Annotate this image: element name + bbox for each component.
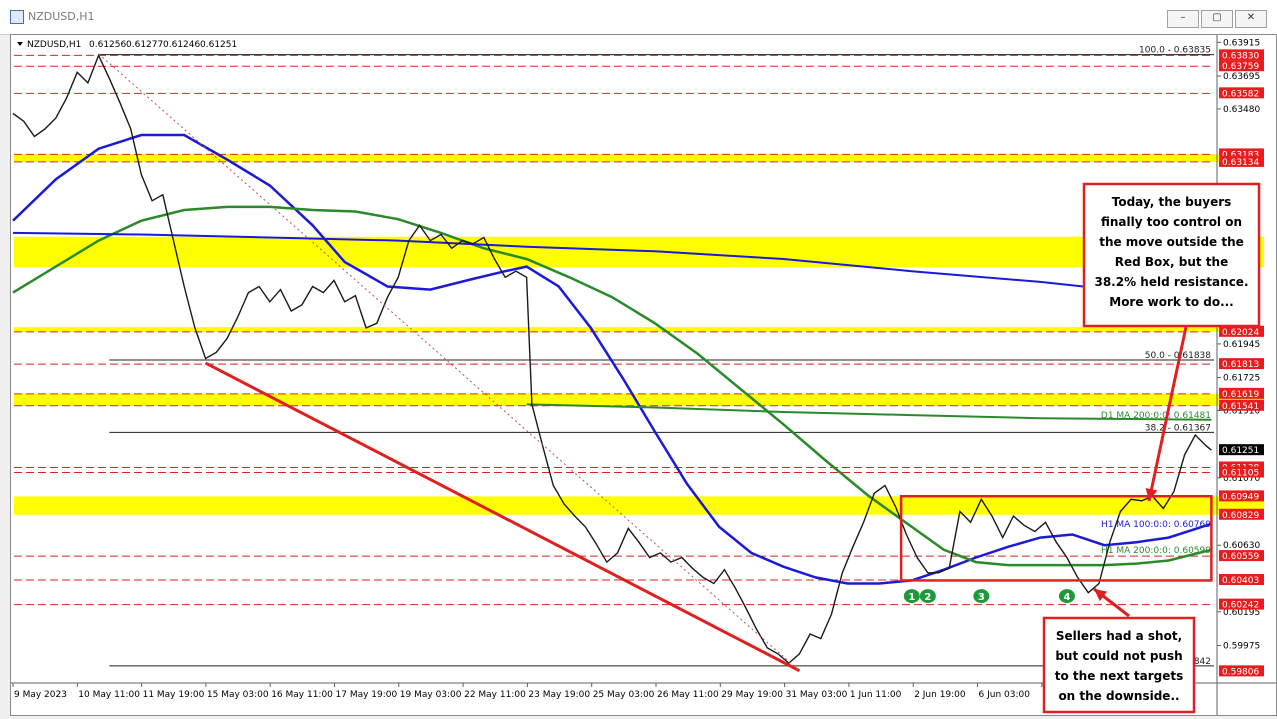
time-label: 22 May 11:00 [464, 690, 526, 700]
price-tag-label: 0.63582 [1222, 89, 1259, 99]
marker-label: 4 [1063, 592, 1070, 603]
chart-area[interactable]: 100.0 - 0.63835 50.0 - 0.61838 38.2 - 0.61… [10, 34, 1277, 716]
time-label: 9 May 2023 [14, 690, 67, 700]
maximize-button[interactable]: ▢ [1201, 10, 1233, 28]
annotation-line: Red Box, but the [1115, 255, 1228, 269]
time-label: 25 May 03:00 [593, 690, 655, 700]
marker-4: 4 [1058, 589, 1075, 604]
price-tag-label: 0.63830 [1222, 51, 1259, 61]
close-button[interactable]: ✕ [1235, 10, 1267, 28]
price-tag: 0.60829 [1219, 508, 1264, 521]
price-tag: 0.61105 [1219, 466, 1264, 479]
time-label: 26 May 11:00 [657, 690, 719, 700]
sellers-note-annotation: Sellers had a shot, but could not push to … [1042, 587, 1196, 714]
price-tag-label: 0.61813 [1222, 360, 1259, 370]
price-tag: 0.60403 [1219, 573, 1264, 586]
price-tag: 0.60242 [1219, 598, 1264, 611]
time-label: 15 May 03:00 [207, 690, 269, 700]
price-tag-label: 0.61105 [1222, 469, 1259, 479]
price-tick-label: 0.63695 [1223, 72, 1260, 82]
ma-label: H1 MA 200:0:0: 0.60599 [1101, 546, 1211, 556]
price-tag: 0.60949 [1219, 490, 1264, 502]
annotation-line: the move outside the [1099, 235, 1244, 249]
marker-label: 3 [978, 592, 985, 603]
marker-label: 1 [908, 592, 915, 603]
ohlc-open: 0.61256 [89, 40, 126, 50]
price-tick-label: 0.63480 [1223, 105, 1260, 115]
price-tag: 0.59806 [1219, 665, 1264, 677]
price-tag: 0.61541 [1219, 399, 1264, 412]
time-label: 10 May 11:00 [78, 690, 140, 700]
window-titlebar: NZDUSD,H1 – ▢ ✕ [0, 0, 1277, 35]
time-label: 16 May 11:00 [271, 690, 333, 700]
ohlc-close: 0.61251 [200, 40, 237, 50]
price-tag: 0.61251 [1219, 444, 1264, 456]
annotation-line: Sellers had a shot, [1056, 629, 1182, 643]
time-label: 1 Jun 11:00 [850, 690, 902, 700]
fib-level-label: 100.0 - 0.63835 [1139, 46, 1211, 56]
price-tag-label: 0.60403 [1222, 576, 1259, 586]
time-label: 31 May 03:00 [786, 690, 848, 700]
sr-band [14, 154, 1264, 162]
marker-2: 2 [919, 589, 936, 604]
price-tag-label: 0.61251 [1222, 446, 1259, 456]
minimize-button[interactable]: – [1167, 10, 1199, 28]
price-tick-label: 0.59975 [1223, 641, 1260, 651]
annotation-line: 38.2% held resistance. [1094, 275, 1248, 289]
price-tag: 0.63582 [1219, 87, 1264, 99]
price-tag-label: 0.60242 [1222, 601, 1259, 611]
annotation-line: to the next targets [1055, 669, 1183, 683]
price-tag-label: 0.62024 [1222, 328, 1259, 338]
annotation-line: Today, the buyers [1112, 195, 1232, 209]
price-tag: 0.61619 [1219, 387, 1264, 400]
time-label: 19 May 03:00 [400, 690, 462, 700]
marker-label: 2 [924, 592, 931, 603]
price-chart[interactable]: 100.0 - 0.6383550.0 - 0.6183838.2 - 0.61… [11, 35, 1276, 715]
annotation-line: finally too control on [1101, 215, 1242, 229]
price-tag: 0.63134 [1219, 155, 1264, 168]
price-tag-label: 0.60949 [1222, 492, 1259, 502]
fib-level-label: 38.2 - 0.61367 [1145, 423, 1211, 433]
marker-1: 1 [903, 589, 920, 604]
price-tag: 0.60559 [1219, 550, 1264, 562]
sr-band [14, 236, 1264, 268]
time-label: 29 May 19:00 [721, 690, 783, 700]
ohlc-low: 0.61246 [163, 40, 200, 50]
annotation-line: on the downside.. [1058, 689, 1179, 703]
price-tag: 0.63830 [1219, 49, 1264, 61]
price-tag-label: 0.63134 [1222, 158, 1259, 168]
ma-label: D1 MA 200:0:0: 0.61481 [1101, 411, 1211, 421]
price-tag: 0.62024 [1219, 325, 1264, 338]
chart-symbol: NZDUSD,H1 [27, 40, 81, 50]
marker-3: 3 [973, 589, 990, 604]
annotation-line: More work to do... [1109, 295, 1234, 309]
price-tag-label: 0.60829 [1222, 511, 1259, 521]
price-tag: 0.61813 [1219, 358, 1264, 370]
price-tag-label: 0.61541 [1222, 402, 1259, 412]
dropdown-icon [17, 42, 23, 46]
ma100-h1-line [12, 133, 1212, 585]
price-tick-label: 0.61725 [1223, 374, 1260, 384]
time-label: 6 Jun 03:00 [979, 690, 1031, 700]
ohlc-high: 0.61277 [126, 40, 163, 50]
price-tag: 0.63759 [1219, 60, 1264, 72]
time-label: 17 May 19:00 [336, 690, 398, 700]
time-label: 11 May 19:00 [143, 690, 205, 700]
price-tick-label: 0.63915 [1223, 38, 1260, 48]
price-tag-label: 0.60559 [1222, 552, 1259, 562]
sr-band [14, 327, 1264, 332]
price-tick-label: 0.61945 [1223, 340, 1260, 350]
time-label: 2 Jun 19:00 [914, 690, 966, 700]
price-tag-label: 0.61619 [1222, 390, 1259, 400]
window-title: NZDUSD,H1 [28, 10, 95, 23]
price-tag-label: 0.63759 [1222, 62, 1259, 72]
time-label: 23 May 19:00 [528, 690, 590, 700]
annotation-line: but could not push [1055, 649, 1182, 663]
fib-diagonal-dotted [98, 53, 800, 672]
price-tag-label: 0.59806 [1222, 667, 1259, 677]
price-tick-label: 0.60630 [1223, 541, 1260, 551]
chart-window-icon [10, 10, 24, 24]
sr-band [14, 496, 1264, 515]
